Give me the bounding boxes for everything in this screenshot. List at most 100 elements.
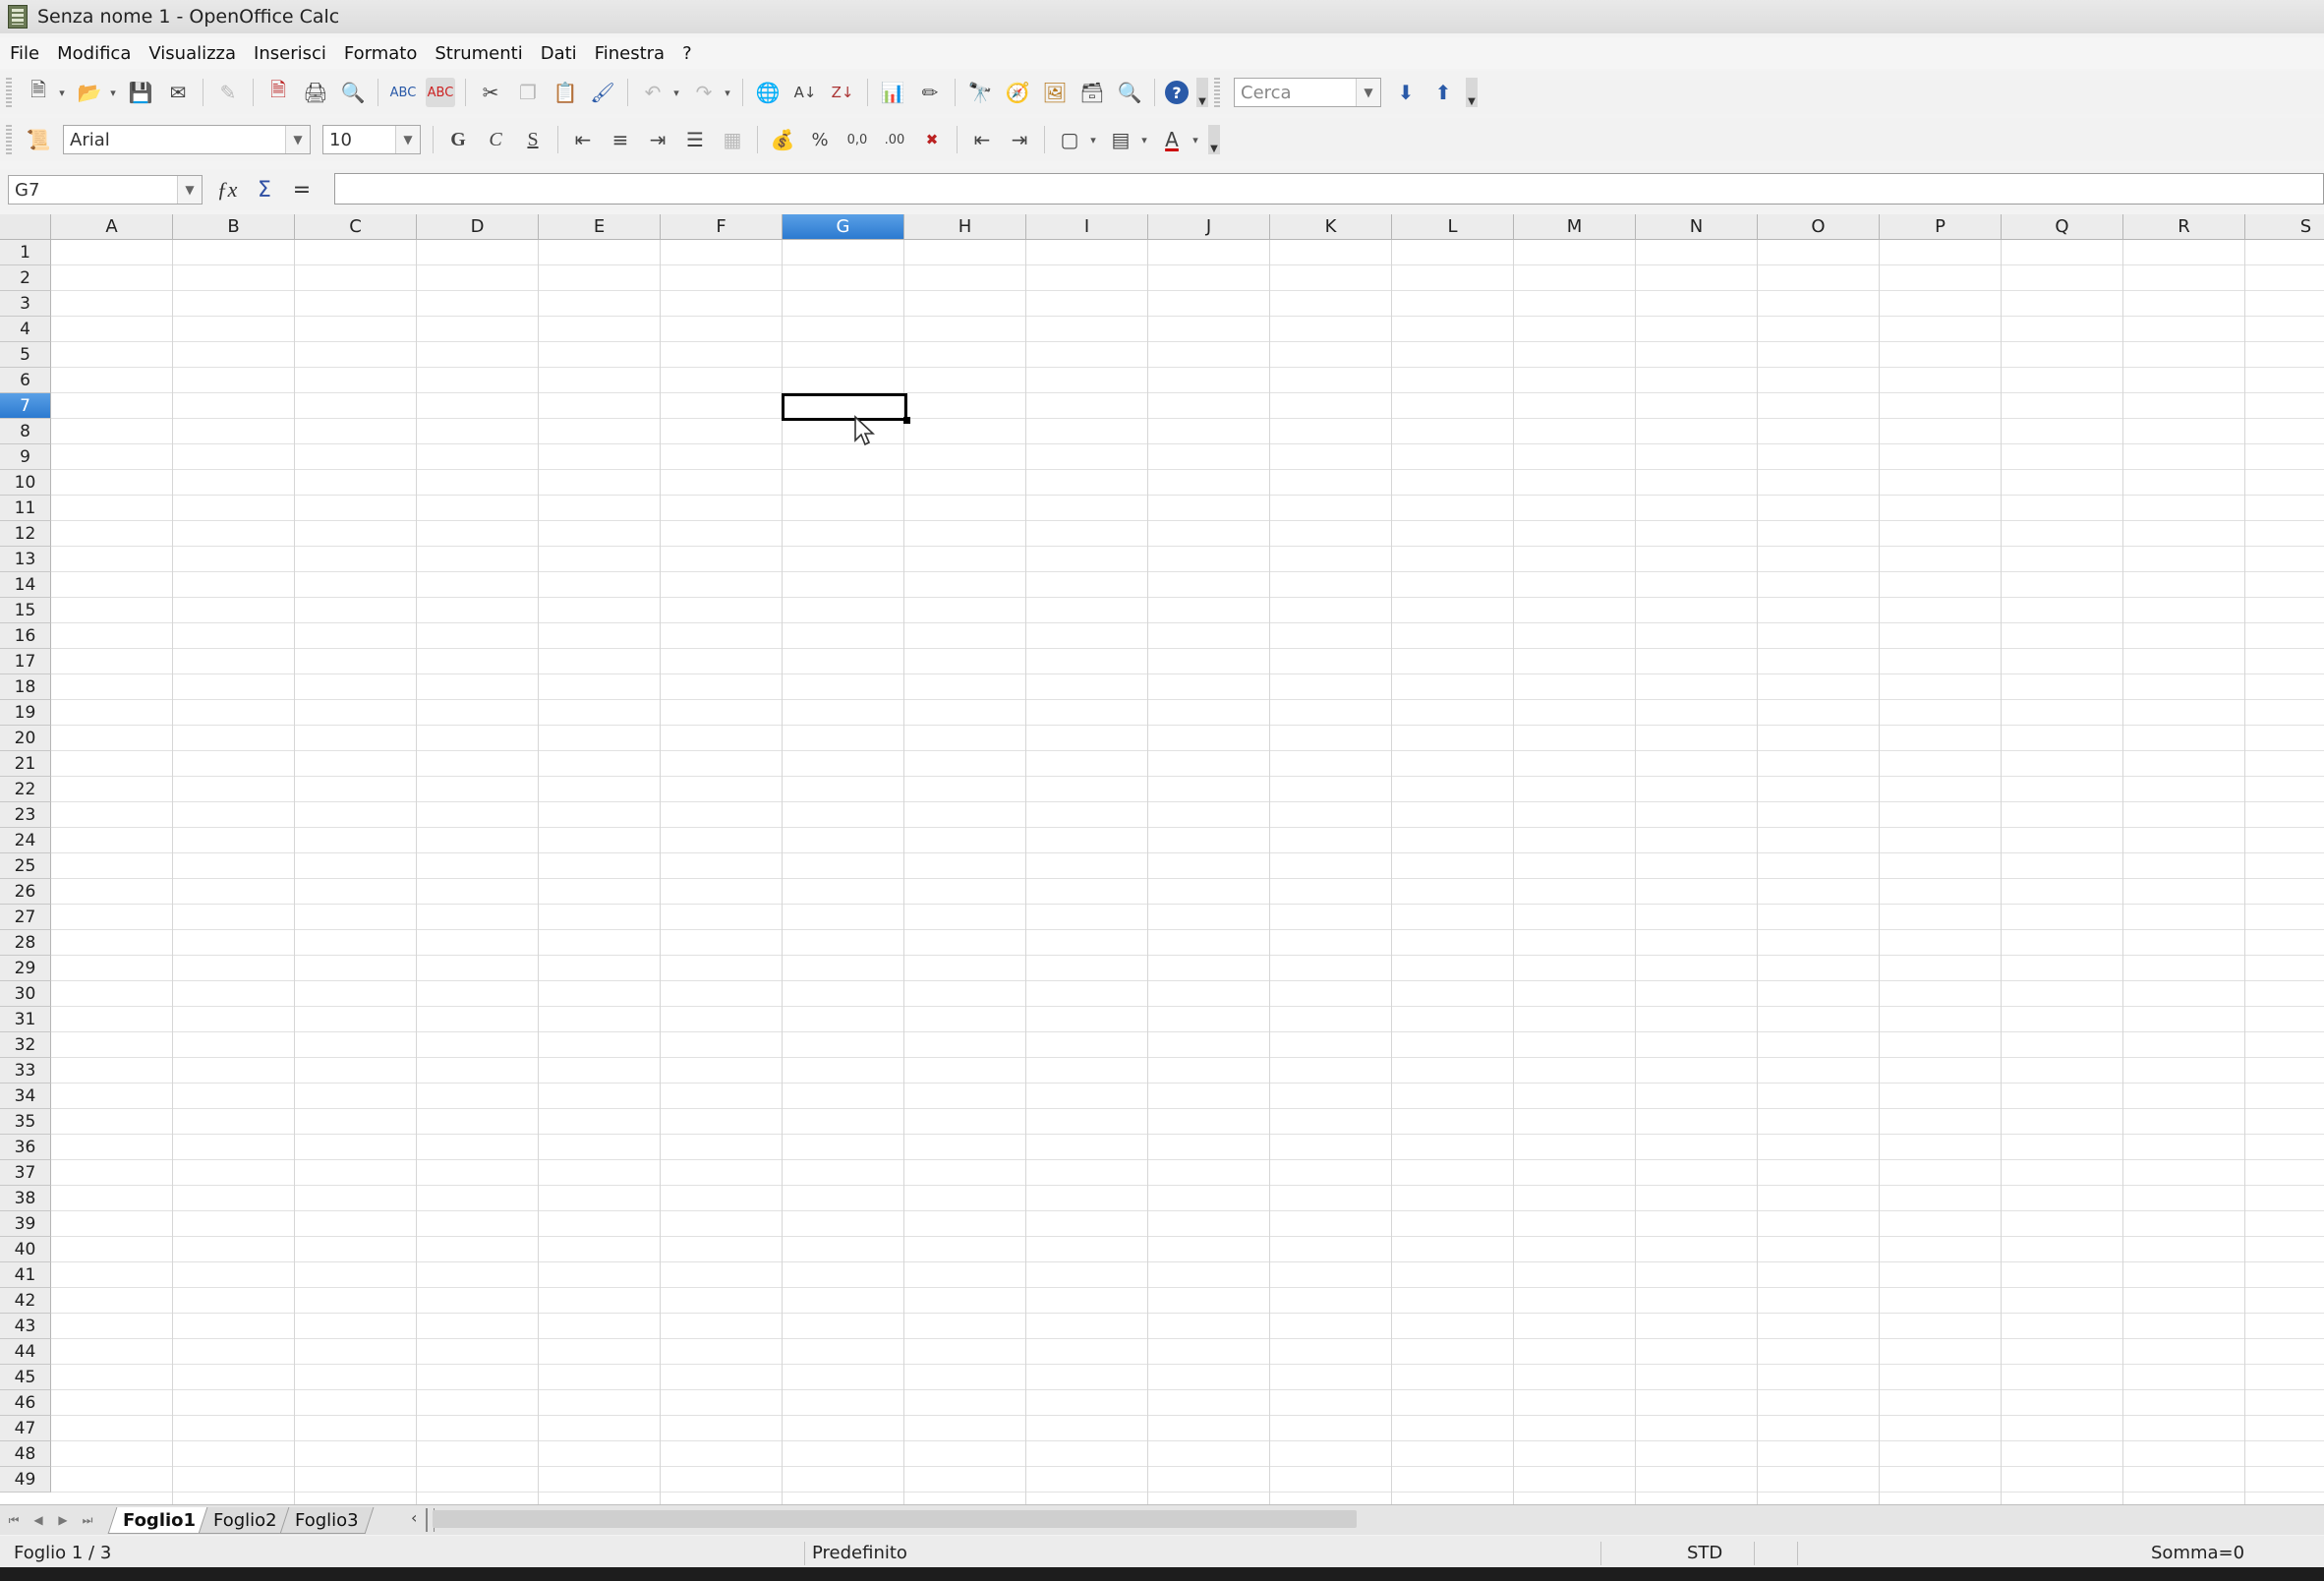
menu-visualizza[interactable]: Visualizza [148, 43, 236, 64]
gallery-icon[interactable]: 🖼 [1040, 78, 1070, 107]
hyperlink-icon[interactable]: 🌐 [753, 78, 783, 107]
row-header-20[interactable]: 20 [0, 726, 51, 751]
last-sheet-icon[interactable]: ⏭ [77, 1508, 98, 1532]
find-replace-icon[interactable]: 🔭 [965, 78, 995, 107]
italic-button[interactable]: C [481, 125, 510, 154]
menu-formato[interactable]: Formato [344, 43, 417, 64]
row-header-6[interactable]: 6 [0, 368, 51, 393]
menu-modifica[interactable]: Modifica [57, 43, 131, 64]
font-color-dropdown-icon[interactable]: ▾ [1189, 125, 1202, 154]
undo-dropdown-icon[interactable]: ▾ [669, 78, 683, 107]
menu-file[interactable]: File [10, 43, 39, 64]
row-header-41[interactable]: 41 [0, 1262, 51, 1288]
zoom-icon[interactable]: 🔍 [1115, 78, 1144, 107]
align-right-icon[interactable]: ⇥ [643, 125, 672, 154]
sheet-tab-foglio3[interactable]: Foglio3 [279, 1506, 374, 1534]
row-header-16[interactable]: 16 [0, 623, 51, 649]
chevron-down-icon[interactable]: ▼ [177, 176, 202, 204]
align-center-icon[interactable]: ≡ [606, 125, 635, 154]
font-color-icon[interactable]: A [1157, 125, 1187, 154]
fill-handle[interactable] [903, 417, 910, 424]
row-header-18[interactable]: 18 [0, 674, 51, 700]
column-header-q[interactable]: Q [2002, 214, 2123, 240]
column-header-d[interactable]: D [417, 214, 539, 240]
open-icon[interactable]: 📂 [75, 78, 104, 107]
row-header-28[interactable]: 28 [0, 930, 51, 956]
data-sources-icon[interactable]: 🗃 [1077, 78, 1107, 107]
sum-icon[interactable]: Σ [248, 175, 281, 205]
redo-dropdown-icon[interactable]: ▾ [721, 78, 734, 107]
sheet-tab-foglio1[interactable]: Foglio1 [107, 1506, 211, 1534]
row-header-5[interactable]: 5 [0, 342, 51, 368]
justify-icon[interactable]: ☰ [680, 125, 710, 154]
help-icon[interactable]: ? [1165, 81, 1189, 104]
row-header-45[interactable]: 45 [0, 1365, 51, 1390]
percent-format-button[interactable]: % [805, 125, 835, 154]
search-combobox[interactable]: Cerca ▼ [1234, 78, 1381, 107]
row-header-32[interactable]: 32 [0, 1032, 51, 1058]
column-header-a[interactable]: A [51, 214, 173, 240]
font-name-combobox[interactable]: Arial ▼ [63, 125, 311, 154]
menu-strumenti[interactable]: Strumenti [435, 43, 522, 64]
row-header-34[interactable]: 34 [0, 1083, 51, 1109]
column-header-b[interactable]: B [173, 214, 295, 240]
delete-decimal-icon[interactable]: ✖ [917, 125, 947, 154]
column-header-h[interactable]: H [904, 214, 1026, 240]
row-header-21[interactable]: 21 [0, 751, 51, 777]
edit-file-icon[interactable]: ✎ [213, 78, 243, 107]
select-all-corner[interactable] [0, 214, 51, 240]
column-header-p[interactable]: P [1880, 214, 2002, 240]
scroll-left-icon[interactable]: ‹ [411, 1508, 417, 1527]
find-next-icon[interactable]: ⬇ [1391, 78, 1421, 107]
page-style[interactable]: Predefinito [812, 1536, 907, 1569]
menu-dati[interactable]: Dati [541, 43, 577, 64]
row-header-33[interactable]: 33 [0, 1058, 51, 1083]
column-header-r[interactable]: R [2123, 214, 2245, 240]
row-header-10[interactable]: 10 [0, 470, 51, 496]
menu-inserisci[interactable]: Inserisci [254, 43, 326, 64]
column-header-c[interactable]: C [295, 214, 417, 240]
row-header-46[interactable]: 46 [0, 1390, 51, 1416]
row-header-14[interactable]: 14 [0, 572, 51, 598]
cell-area[interactable] [51, 240, 2324, 1504]
row-header-13[interactable]: 13 [0, 547, 51, 572]
chevron-down-icon[interactable]: ▼ [285, 126, 310, 153]
sheet-tab-foglio2[interactable]: Foglio2 [198, 1506, 293, 1534]
row-header-25[interactable]: 25 [0, 853, 51, 879]
row-header-29[interactable]: 29 [0, 956, 51, 981]
row-header-4[interactable]: 4 [0, 317, 51, 342]
row-header-36[interactable]: 36 [0, 1135, 51, 1160]
row-header-15[interactable]: 15 [0, 598, 51, 623]
next-sheet-icon[interactable]: ▶ [52, 1508, 74, 1532]
horizontal-scrollbar[interactable] [433, 1510, 1357, 1528]
name-box[interactable]: G7 ▼ [8, 175, 203, 205]
row-header-30[interactable]: 30 [0, 981, 51, 1007]
row-header-22[interactable]: 22 [0, 777, 51, 802]
function-wizard-icon[interactable]: ƒx [210, 175, 244, 205]
function-button[interactable]: = [285, 175, 319, 205]
toolbar-grip[interactable] [6, 78, 12, 107]
column-header-f[interactable]: F [661, 214, 783, 240]
row-header-19[interactable]: 19 [0, 700, 51, 726]
row-header-49[interactable]: 49 [0, 1467, 51, 1493]
spellcheck-icon[interactable]: ABC [388, 78, 418, 107]
format-paintbrush-icon[interactable]: 🖌 [588, 78, 617, 107]
toolbar-overflow-icon[interactable]: ▼ [1208, 125, 1220, 154]
toolbar-grip[interactable] [1214, 78, 1220, 107]
toolbar-grip[interactable] [6, 125, 12, 154]
row-header-42[interactable]: 42 [0, 1288, 51, 1314]
row-header-3[interactable]: 3 [0, 291, 51, 317]
font-size-combobox[interactable]: 10 ▼ [322, 125, 421, 154]
row-header-47[interactable]: 47 [0, 1416, 51, 1441]
underline-button[interactable]: S [518, 125, 548, 154]
column-header-n[interactable]: N [1636, 214, 1758, 240]
row-header-27[interactable]: 27 [0, 905, 51, 930]
email-icon[interactable]: ✉ [163, 78, 193, 107]
number-format-icon[interactable]: 0,0 [842, 125, 872, 154]
row-header-26[interactable]: 26 [0, 879, 51, 905]
undo-icon[interactable]: ↶ [638, 78, 668, 107]
sort-descending-icon[interactable]: Z↓ [828, 78, 857, 107]
align-left-icon[interactable]: ⇤ [568, 125, 598, 154]
increase-indent-icon[interactable]: ⇥ [1005, 125, 1034, 154]
column-header-k[interactable]: K [1270, 214, 1392, 240]
